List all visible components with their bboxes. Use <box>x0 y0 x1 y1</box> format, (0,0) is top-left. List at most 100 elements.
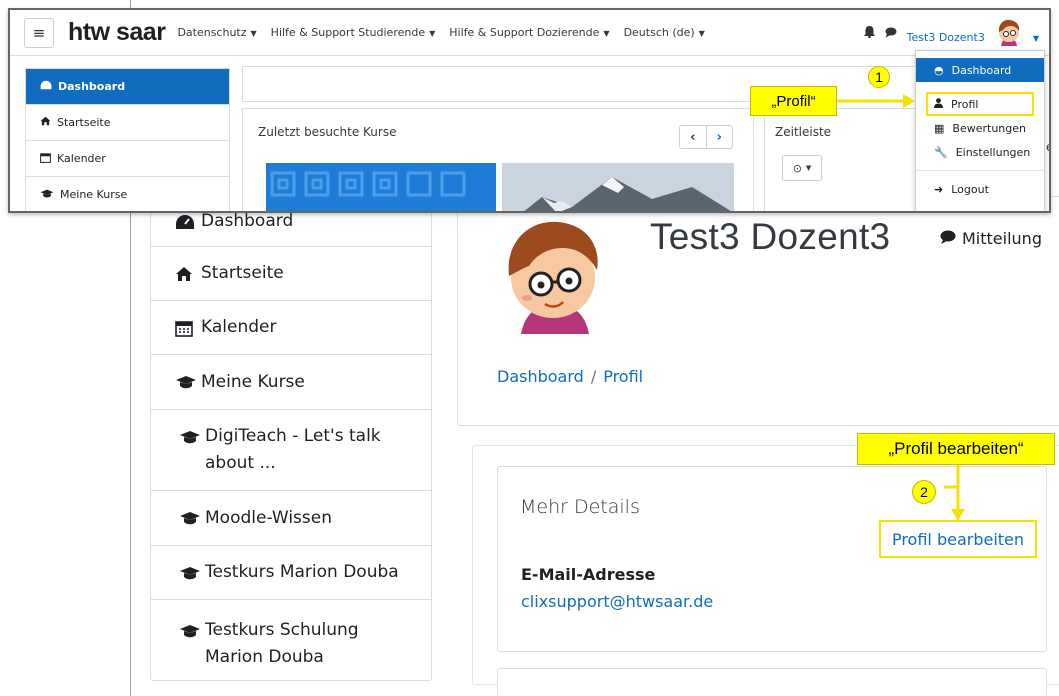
email-label: E-Mail-Adresse <box>521 565 656 584</box>
nav-item-kalender[interactable]: Kalender <box>26 141 229 177</box>
user-menu-dashboard[interactable]: ◓ Dashboard <box>916 58 1044 82</box>
message-label: Mitteilung <box>962 229 1042 248</box>
profile-name: Test3 Dozent3 <box>650 216 891 257</box>
step-2-marker: 2 <box>912 480 936 504</box>
breadcrumb: Dashboard / Profil <box>497 367 643 386</box>
caret-down-icon: ▼ <box>698 29 705 38</box>
breadcrumb-separator: / <box>590 367 597 386</box>
user-menu-einstellungen[interactable]: 🔧 Einstellungen <box>916 140 1044 164</box>
course-image-2[interactable] <box>502 163 734 211</box>
nav-item-startseite[interactable]: Startseite <box>151 247 431 301</box>
avatar <box>493 212 613 338</box>
email-value[interactable]: clixsupport@htwsaar.de <box>521 592 713 611</box>
avatar[interactable] <box>995 18 1023 49</box>
caret-down-icon: ▼ <box>429 29 436 38</box>
nav-course-testkurs[interactable]: Testkurs Marion Douba <box>151 546 431 600</box>
course-label: DigiTeach - Let's talk about ... <box>205 426 381 473</box>
step-1-marker: 1 <box>868 66 890 88</box>
site-logo[interactable]: htw saar <box>68 18 166 47</box>
chevron-left-icon[interactable]: ‹ <box>680 126 707 148</box>
nav-course-moodle-wissen[interactable]: Moodle-Wissen <box>151 491 431 546</box>
nav-item-label: Meine Kurse <box>60 188 128 201</box>
timeline-filter-button[interactable]: ⊙ ▼ <box>782 155 822 181</box>
message-button[interactable]: Mitteilung <box>940 229 1042 248</box>
table-icon: ▦ <box>934 121 945 135</box>
overlay-nav-drawer: Dashboard Startseite Kalender Meine Kurs… <box>25 68 230 211</box>
custom-menu: Datenschutz ▼ Hilfe & Support Studierende… <box>177 26 704 39</box>
nav-item-dashboard[interactable]: Dashboard <box>26 69 229 105</box>
chevron-right-icon[interactable]: › <box>707 126 733 148</box>
caret-down-icon: ▼ <box>603 29 610 38</box>
menu-support-studierende[interactable]: Hilfe & Support Studierende ▼ <box>271 26 436 39</box>
next-card <box>497 668 1047 696</box>
nav-course-digiteach[interactable]: DigiTeach - Let's talk about ... <box>151 410 431 491</box>
course-image-1[interactable] <box>266 163 496 211</box>
mountain-image <box>502 163 734 211</box>
arrow-down-icon <box>944 465 965 521</box>
nav-item-meine-kurse[interactable]: Meine Kurse <box>26 177 229 211</box>
edit-profile-callout: „Profil bearbeiten“ <box>857 433 1055 465</box>
profil-callout: „Profil“ <box>750 86 837 116</box>
menu-language[interactable]: Deutsch (de) ▼ <box>624 26 705 39</box>
breadcrumb-profil[interactable]: Profil <box>603 367 643 386</box>
recent-courses-title: Zuletzt besuchte Kurse <box>258 125 397 139</box>
timeline-title: Zeitleiste <box>775 125 832 139</box>
nav-item-startseite[interactable]: Startseite <box>26 105 229 141</box>
tachometer-icon: ◓ <box>934 63 944 77</box>
comment-icon[interactable] <box>885 27 897 41</box>
graduation-cap-icon <box>179 423 205 450</box>
page-nav-drawer: Dashboard Startseite Kalender Meine Kurs… <box>150 196 432 681</box>
graduation-cap-icon <box>179 617 205 644</box>
timeline-block: Zeitleiste ⊙ ▼ <box>764 108 932 211</box>
comment-icon <box>940 229 956 248</box>
hamburger-icon: ≡ <box>32 23 46 42</box>
recent-courses-block: Zuletzt besuchte Kurse ‹ › <box>242 108 754 211</box>
graduation-cap-icon <box>175 369 201 396</box>
pattern-image <box>270 171 466 197</box>
calendar-icon <box>175 314 201 341</box>
nav-item-label: Dashboard <box>58 80 126 93</box>
user-icon <box>934 97 943 111</box>
side-fragment: e <box>1046 140 1049 154</box>
user-name[interactable]: Test3 Dozent3 <box>907 31 985 44</box>
edit-profile-link[interactable]: Profil bearbeiten <box>879 520 1037 558</box>
calendar-icon <box>40 152 51 166</box>
user-dropdown-menu: ◓ Dashboard Profil ▦ Bewertungen 🔧 Einstell… <box>915 50 1045 211</box>
caret-down-icon[interactable]: ▼ <box>1033 34 1039 43</box>
course-label: Testkurs Schulung Marion Douba <box>205 620 359 667</box>
caret-down-icon: ▼ <box>805 164 812 172</box>
nav-item-label: Kalender <box>57 152 106 165</box>
nav-item-label: Kalender <box>201 317 277 337</box>
menu-divider <box>916 170 1044 171</box>
hamburger-menu-button[interactable]: ≡ <box>24 17 54 48</box>
user-menu-profil[interactable]: Profil <box>926 92 1034 116</box>
details-heading: Mehr Details <box>520 496 640 518</box>
menu-item-label: Bewertungen <box>952 121 1026 135</box>
breadcrumb-dashboard[interactable]: Dashboard <box>497 367 584 386</box>
graduation-cap-icon <box>179 559 205 586</box>
user-menu-logout[interactable]: ➜ Logout <box>916 177 1044 201</box>
course-label: Testkurs Marion Douba <box>205 562 399 582</box>
nav-item-meine-kurse[interactable]: Meine Kurse <box>151 355 431 410</box>
course-label: Moodle-Wissen <box>205 507 332 528</box>
menu-item-label: Einstellungen <box>955 145 1031 159</box>
carousel-nav: ‹ › <box>679 125 733 149</box>
nav-course-schulung[interactable]: Testkurs Schulung Marion Douba <box>151 600 431 678</box>
home-icon <box>40 116 51 129</box>
nav-item-label: Startseite <box>201 263 284 283</box>
bell-icon[interactable] <box>863 26 875 41</box>
wrench-icon: 🔧 <box>934 145 948 159</box>
user-menu-bewertungen[interactable]: ▦ Bewertungen <box>916 116 1044 140</box>
menu-support-dozierende[interactable]: Hilfe & Support Dozierende ▼ <box>449 26 609 39</box>
nav-item-kalender[interactable]: Kalender <box>151 301 431 355</box>
menu-datenschutz[interactable]: Datenschutz ▼ <box>177 26 256 39</box>
logout-icon: ➜ <box>934 182 944 196</box>
user-area: Test3 Dozent3 ▼ <box>863 18 1039 49</box>
graduation-cap-icon <box>179 505 205 532</box>
tachometer-icon <box>40 80 52 93</box>
home-icon <box>175 260 201 287</box>
nav-item-label: Meine Kurse <box>201 371 305 392</box>
clock-icon: ⊙ <box>792 161 802 175</box>
menu-item-label: Dashboard <box>951 63 1012 77</box>
top-navbar: ≡ htw saar Datenschutz ▼ Hilfe & Support … <box>10 10 1049 56</box>
